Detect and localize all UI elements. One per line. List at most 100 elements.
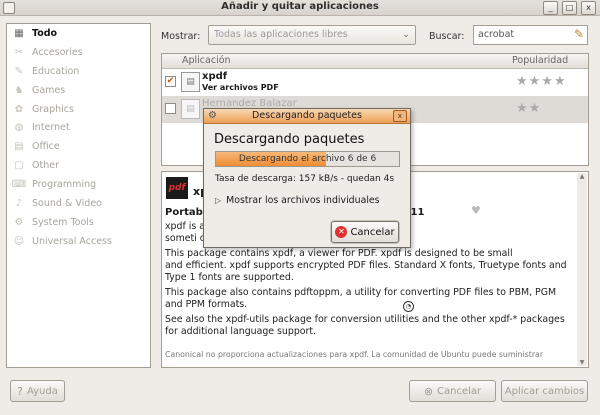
- maximize-button[interactable]: □: [562, 1, 577, 15]
- sidebar-item-education[interactable]: ✎ Education: [7, 62, 150, 81]
- popularity-stars: ★★★★: [516, 74, 567, 89]
- detail-title-left: Portabl: [165, 207, 207, 218]
- office-icon: ▤: [14, 141, 24, 153]
- sidebar-item-label: Office: [32, 141, 60, 153]
- scroll-up-icon[interactable]: ▲: [577, 173, 587, 180]
- app-icon: ▤: [181, 99, 200, 119]
- sidebar-item-label: System Tools: [32, 216, 94, 228]
- all-icon: ▦: [14, 27, 24, 39]
- graphics-icon: ✿: [14, 103, 24, 115]
- table-header: Aplicación Popularidad: [162, 54, 588, 69]
- clear-search-icon[interactable]: ✎: [574, 27, 584, 41]
- games-icon: ♞: [14, 84, 24, 96]
- show-files-expander[interactable]: ▷ Mostrar los archivos individuales: [215, 195, 380, 206]
- title-bar: Añadir y quitar aplicaciones _ □ x: [0, 0, 600, 16]
- sidebar-item-games[interactable]: ♞ Games: [7, 81, 150, 100]
- sidebar-item-todo[interactable]: ▦ Todo: [7, 24, 150, 43]
- sidebar-item-system-tools[interactable]: ⚙ System Tools: [7, 213, 150, 232]
- sidebar-item-label: Graphics: [32, 103, 74, 115]
- help-button-label: Ayuda: [26, 385, 58, 397]
- sidebar-item-sound-video[interactable]: ♪ Sound & Video: [7, 194, 150, 213]
- sidebar-item-label: Universal Access: [32, 235, 112, 247]
- expander-arrow-icon: ▷: [215, 196, 222, 205]
- column-header-popularity[interactable]: Popularidad: [512, 55, 568, 66]
- download-rate: Tasa de descarga: 157 kB/s - quedan 4s: [215, 174, 395, 184]
- cancel-icon: ⊗: [423, 384, 434, 398]
- accessories-icon: ✂: [14, 46, 24, 58]
- cancel-button[interactable]: ⊗ Cancelar: [409, 380, 496, 402]
- sidebar-item-label: Internet: [32, 122, 70, 134]
- show-filter-combo[interactable]: Todas las aplicaciones libres ⌄: [208, 25, 416, 45]
- search-input[interactable]: acrobat ✎: [473, 25, 588, 45]
- download-dialog: ⚙ Descargando paquetes x Descargando paq…: [203, 108, 411, 248]
- expander-label: Mostrar los archivos individuales: [226, 195, 380, 206]
- show-label: Mostrar:: [161, 31, 201, 42]
- description-scrollbar[interactable]: ▲ ▼: [577, 173, 587, 366]
- apply-changes-button[interactable]: Aplicar cambios: [501, 380, 588, 402]
- dialog-cancel-label: Cancelar: [350, 226, 395, 238]
- sidebar-item-programming[interactable]: ⌨ Programming: [7, 175, 150, 194]
- sound-video-icon: ♪: [15, 197, 23, 209]
- sidebar-item-universal-access[interactable]: ☺ Universal Access: [7, 232, 150, 251]
- education-icon: ✎: [14, 65, 24, 77]
- close-button[interactable]: x: [581, 1, 596, 15]
- sidebar-item-label: Programming: [32, 179, 97, 191]
- show-filter-value: Todas las aplicaciones libres: [214, 29, 348, 40]
- sidebar-item-label: Todo: [32, 27, 58, 39]
- sidebar-item-other[interactable]: ▢ Other: [7, 156, 150, 175]
- heart-icon: ♥: [471, 204, 481, 217]
- sidebar-item-internet[interactable]: ◍ Internet: [7, 118, 150, 137]
- busy-cursor-icon: ◔: [403, 301, 414, 312]
- internet-icon: ◍: [14, 122, 24, 134]
- dialog-close-button[interactable]: x: [393, 110, 407, 122]
- dialog-title-bar: ⚙ Descargando paquetes x: [204, 109, 410, 124]
- help-icon: ?: [17, 384, 23, 398]
- sidebar-item-graphics[interactable]: ✿ Graphics: [7, 100, 150, 119]
- window-title: Añadir y quitar aplicaciones: [221, 1, 379, 12]
- description-line: and efficient. xpdf supports encrypted P…: [165, 260, 567, 271]
- description-line: for additional language support.: [165, 326, 317, 337]
- scroll-down-icon[interactable]: ▼: [577, 359, 587, 366]
- app-name: xpdf: [202, 71, 228, 82]
- dialog-cancel-button[interactable]: ✕ Cancelar: [331, 221, 399, 243]
- description-line: and PPM formats.: [165, 299, 248, 310]
- help-button[interactable]: ? Ayuda: [10, 380, 65, 402]
- pdf-icon: pdf: [166, 177, 188, 199]
- sidebar-item-accesories[interactable]: ✂ Accesories: [7, 43, 150, 62]
- sidebar-item-office[interactable]: ▤ Office: [7, 137, 150, 156]
- install-checkbox[interactable]: ✔: [165, 76, 176, 87]
- xpdf-app-icon: ▤: [181, 72, 200, 92]
- category-list[interactable]: ▦ Todo ✂ Accesories ✎ Education ♞ Games ✿ Graphic…: [6, 23, 151, 368]
- dialog-title: Descargando paquetes: [252, 110, 362, 121]
- install-checkbox[interactable]: [165, 103, 176, 114]
- description-line: See also the xpdf-utils package for conv…: [165, 314, 565, 325]
- programming-icon: ⌨: [11, 179, 27, 191]
- system-tools-icon: ⚙: [14, 216, 24, 228]
- description-line: Type 1 fonts are supported.: [165, 272, 294, 283]
- sidebar-item-label: Accesories: [32, 46, 83, 58]
- description-line: This package contains xpdf, a viewer for…: [165, 248, 513, 259]
- cancel-button-label: Cancelar: [437, 385, 482, 397]
- table-row[interactable]: ✔ ▤ xpdf Ver archivos PDF ★★★★: [162, 69, 588, 96]
- app-description: Ver archivos PDF: [202, 83, 279, 92]
- other-icon: ▢: [14, 160, 24, 172]
- sidebar-item-label: Other: [32, 160, 59, 172]
- popularity-stars: ★★: [516, 101, 542, 116]
- apply-button-label: Aplicar cambios: [504, 385, 585, 397]
- chevron-down-icon: ⌄: [402, 29, 410, 40]
- sidebar-item-label: Sound & Video: [32, 197, 102, 209]
- search-value: acrobat: [478, 29, 515, 40]
- dialog-heading: Descargando paquetes: [214, 132, 365, 147]
- universal-access-icon: ☺: [13, 235, 25, 247]
- column-header-application[interactable]: Aplicación: [182, 55, 231, 66]
- detail-title: Portabl er for X11: [165, 207, 424, 218]
- support-note: Canonical no proporciona actualizaciones…: [165, 350, 544, 359]
- minimize-button[interactable]: _: [543, 1, 558, 15]
- description-line: This package also contains pdftoppm, a u…: [165, 287, 557, 298]
- progress-text: Descargando el archivo 6 de 6: [238, 154, 377, 164]
- search-label: Buscar:: [429, 31, 465, 42]
- sidebar-item-label: Education: [32, 65, 80, 77]
- download-progress-bar: Descargando el archivo 6 de 6: [215, 151, 400, 167]
- cancel-icon: ✕: [335, 226, 348, 238]
- sidebar-item-label: Games: [32, 84, 66, 96]
